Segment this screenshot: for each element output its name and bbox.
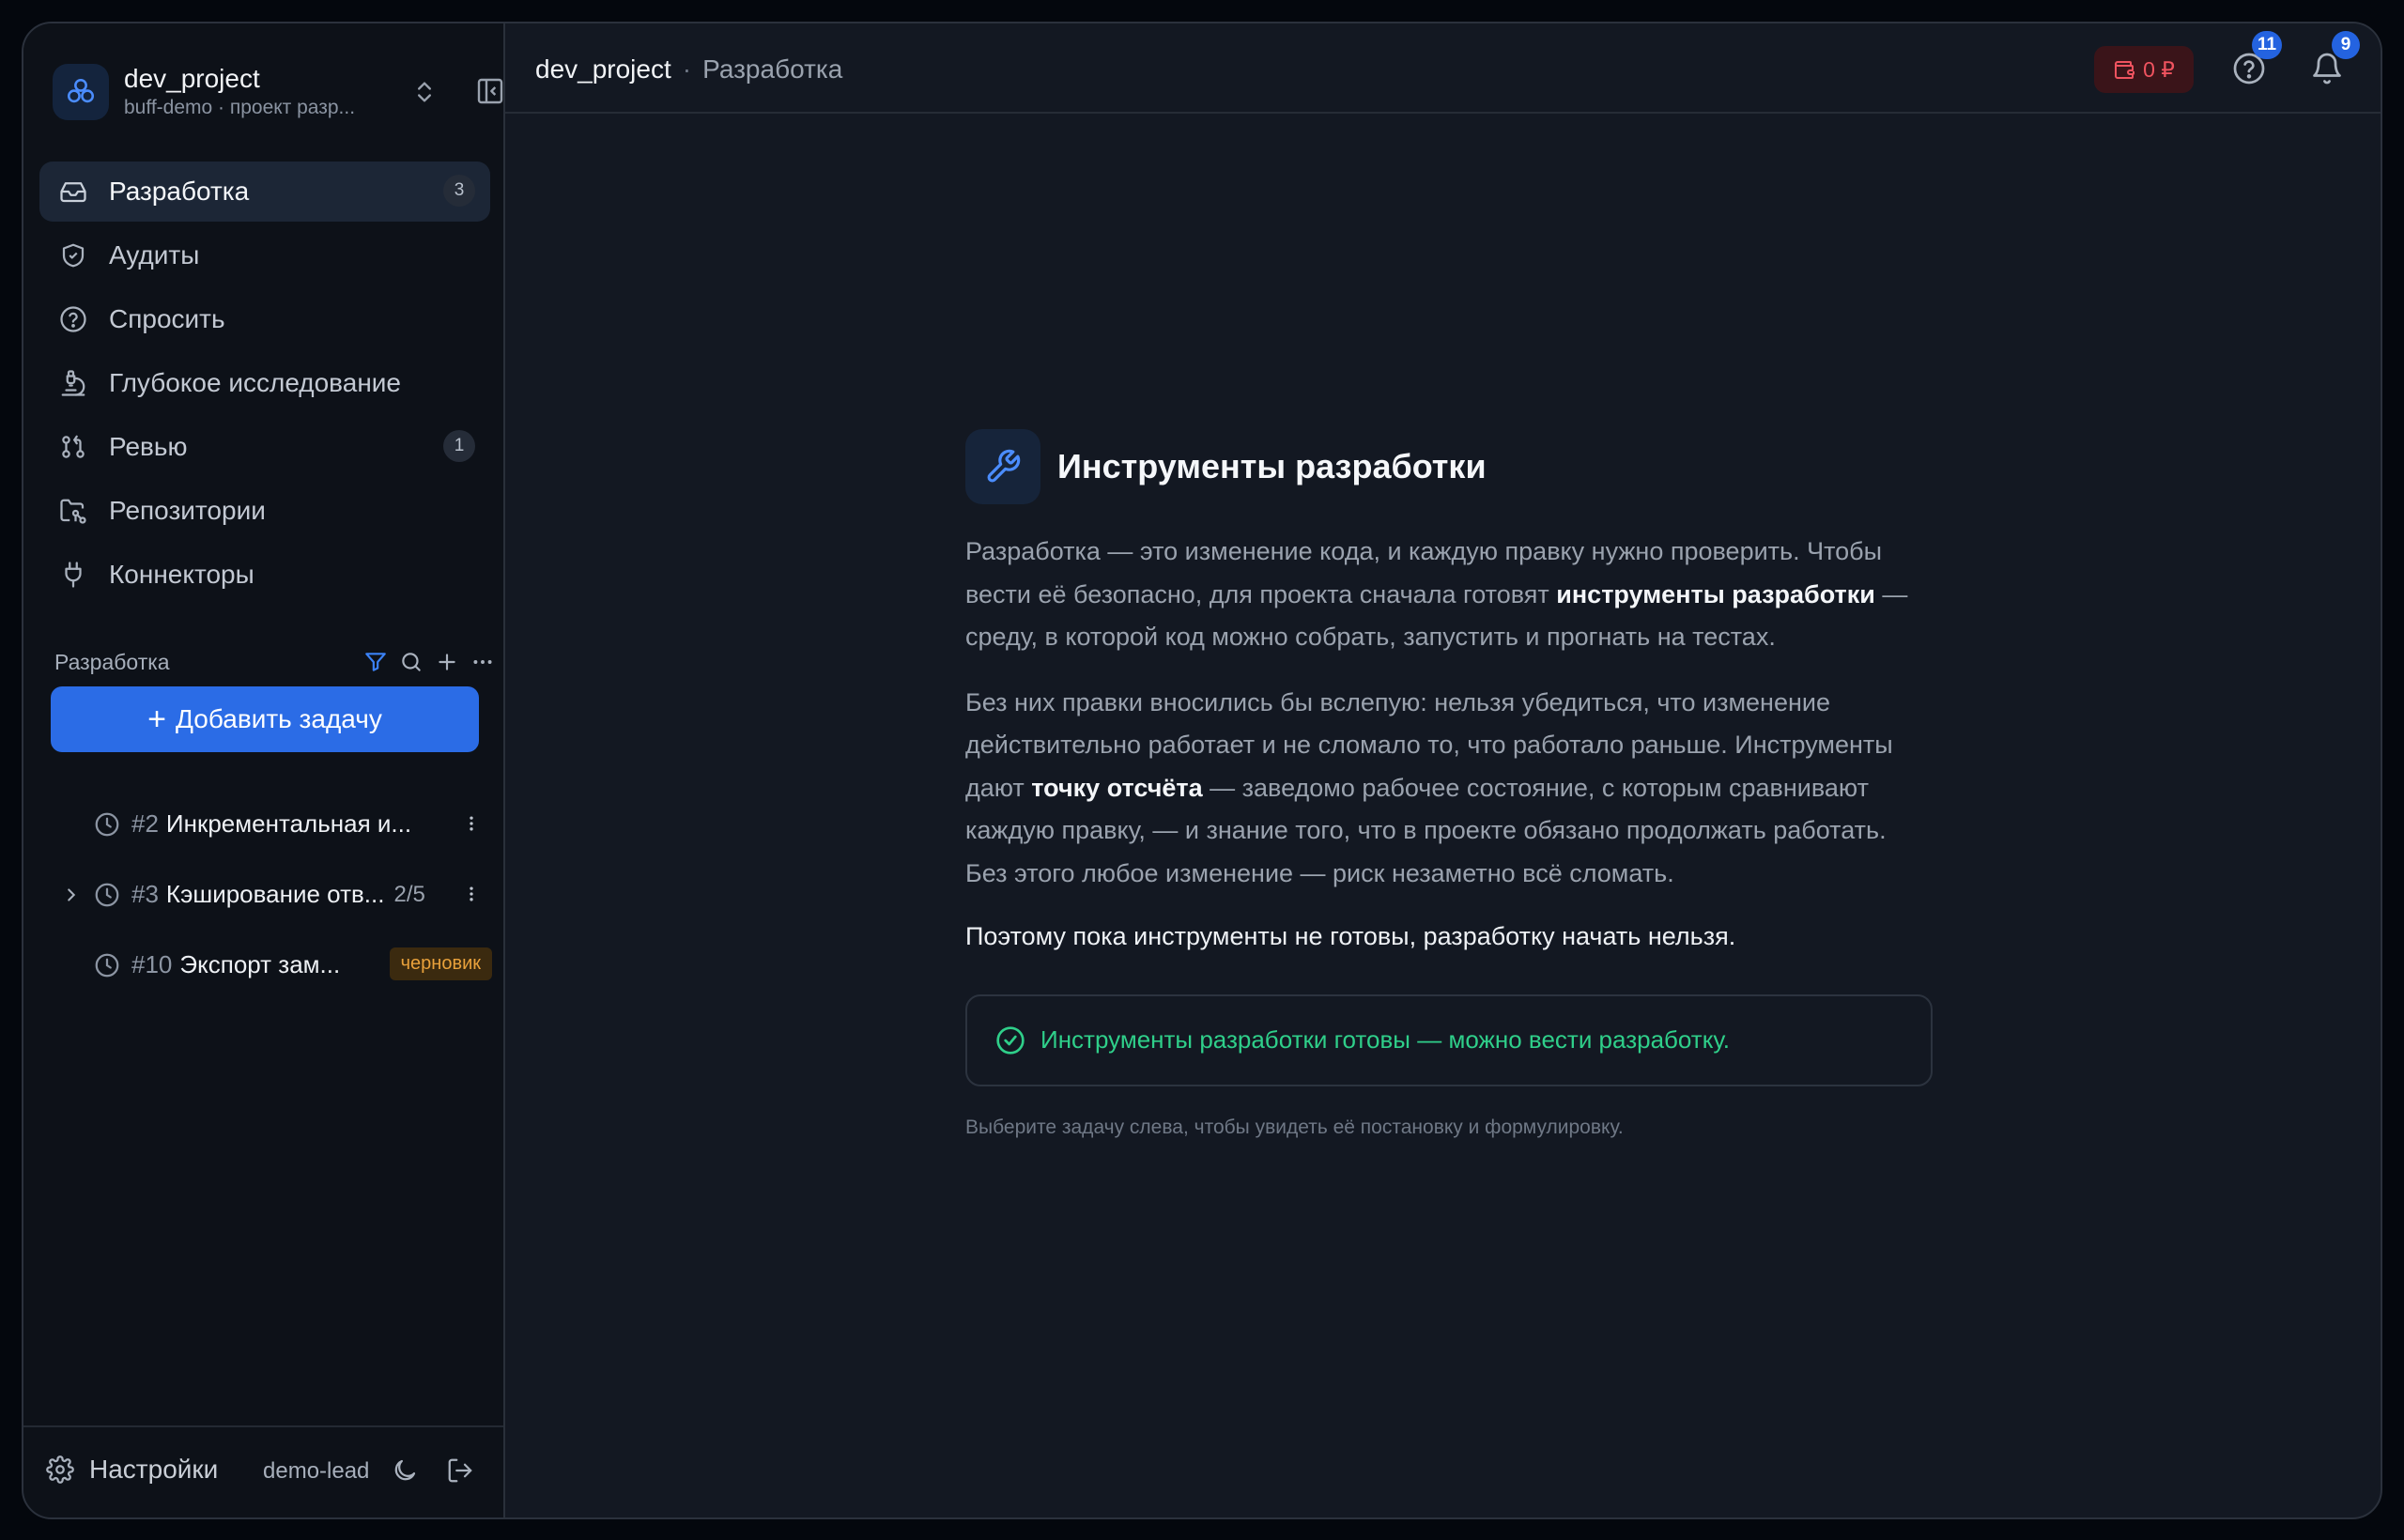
- nav-item-ask[interactable]: Спросить: [39, 289, 490, 349]
- conclusion-paragraph: Поэтому пока инструменты не готовы, разр…: [965, 922, 1736, 950]
- task-number: #2: [131, 809, 159, 838]
- sidebar-footer: Настройки demo-lead: [23, 1425, 503, 1517]
- nav-badge: 3: [443, 175, 475, 207]
- draft-badge: черновик: [389, 947, 492, 980]
- notifications-badge: 9: [2332, 31, 2360, 59]
- sidebar-collapse-icon[interactable]: [475, 76, 505, 111]
- select-task-hint: Выберите задачу слева, чтобы увидеть её …: [965, 1116, 1624, 1138]
- clock-icon: [92, 880, 122, 910]
- task-number: #3: [131, 880, 159, 908]
- check-circle-icon: [995, 1025, 1025, 1055]
- task-item[interactable]: #3 Кэширование отв... 2/5: [51, 859, 492, 930]
- balance-button[interactable]: 0 ₽: [2094, 46, 2194, 93]
- project-subtitle: buff-demo · проект разр...: [124, 97, 356, 118]
- breadcrumb-separator: ·: [682, 54, 692, 84]
- moon-icon[interactable]: [391, 1456, 419, 1489]
- section-title: Разработка: [54, 649, 170, 674]
- task-progress: 2/5: [393, 881, 425, 907]
- question-icon: [58, 304, 88, 334]
- wrench-icon: [965, 429, 1040, 504]
- nav-label: Аудиты: [109, 240, 200, 270]
- settings-label: Настройки: [89, 1455, 219, 1484]
- gear-icon: [46, 1455, 74, 1484]
- wallet-icon: [2113, 58, 2135, 81]
- microscope-icon: [58, 368, 88, 398]
- sidebar: dev_project buff-demo · проект разр... Р…: [23, 23, 505, 1517]
- plug-icon: [58, 560, 88, 590]
- clock-icon: [92, 809, 122, 839]
- plus-icon[interactable]: [434, 647, 460, 677]
- nav-item-connectors[interactable]: Коннекторы: [39, 545, 490, 605]
- nav-label: Коннекторы: [109, 560, 254, 589]
- main-panel: dev_project · Разработка 0 ₽ 11 9 Инстру…: [505, 23, 2381, 1517]
- project-switcher[interactable]: dev_project buff-demo · проект разр...: [53, 59, 503, 125]
- current-user: demo-lead: [263, 1458, 370, 1484]
- filter-icon[interactable]: [362, 647, 389, 677]
- nav-badge: 1: [443, 430, 475, 462]
- reason-paragraph: Без них правки вносились бы вслепую: нел…: [965, 687, 1893, 887]
- page-title: Инструменты разработки: [1057, 447, 1487, 485]
- intro-paragraph: Разработка — это изменение кода, и кажду…: [965, 537, 1908, 651]
- nav-label: Разработка: [109, 177, 250, 206]
- balance-value: 0 ₽: [2143, 56, 2175, 82]
- nav-item-development[interactable]: Разработка 3: [39, 162, 490, 222]
- help-badge: 11: [2252, 31, 2283, 59]
- task-item[interactable]: #2 Инкрементальная и...: [51, 789, 492, 859]
- settings-button[interactable]: Настройки: [46, 1455, 218, 1485]
- task-title: Экспорт зам...: [179, 950, 341, 978]
- top-bar: dev_project · Разработка 0 ₽ 11 9: [505, 23, 2381, 114]
- shield-icon: [58, 240, 88, 270]
- nav-label: Репозитории: [109, 496, 266, 525]
- nav-item-deep-research[interactable]: Глубокое исследование: [39, 353, 490, 413]
- project-logo-icon: [53, 64, 109, 120]
- more-horizontal-icon[interactable]: [470, 647, 496, 677]
- task-list: #2 Инкрементальная и... #3 Кэширование о…: [51, 789, 492, 1000]
- nav-item-repositories[interactable]: Репозитории: [39, 481, 490, 541]
- task-title: Инкрементальная и...: [165, 809, 412, 838]
- ready-status-box: Инструменты разработки готовы — можно ве…: [965, 993, 1933, 1086]
- task-number: #10: [131, 950, 173, 978]
- task-item[interactable]: #10 Экспорт зам... черновик: [51, 930, 492, 1000]
- main-nav: Разработка 3 Аудиты Спросить Глубокое ис…: [39, 162, 490, 608]
- git-pull-request-icon: [58, 432, 88, 462]
- nav-label: Ревью: [109, 432, 188, 461]
- task-title: Кэширование отв...: [165, 880, 385, 908]
- chevrons-up-down-icon[interactable]: [411, 77, 438, 112]
- nav-item-audits[interactable]: Аудиты: [39, 225, 490, 285]
- breadcrumb-project[interactable]: dev_project: [535, 54, 671, 85]
- breadcrumb: dev_project · Разработка: [535, 54, 842, 85]
- logout-icon[interactable]: [446, 1456, 474, 1489]
- clock-icon: [92, 950, 122, 980]
- nav-label: Глубокое исследование: [109, 368, 401, 397]
- inbox-icon: [58, 177, 88, 207]
- more-vertical-icon[interactable]: [460, 808, 483, 839]
- more-vertical-icon[interactable]: [460, 878, 483, 910]
- add-task-label: Добавить задачу: [176, 704, 382, 733]
- nav-label: Спросить: [109, 304, 225, 333]
- search-icon[interactable]: [398, 647, 424, 677]
- breadcrumb-page: Разработка: [702, 54, 843, 84]
- chevron-right-icon[interactable]: [51, 885, 92, 905]
- dev-tools-info: Инструменты разработки Разработка — это …: [965, 427, 1933, 1139]
- nav-item-review[interactable]: Ревью 1: [39, 417, 490, 477]
- tasks-section-header: Разработка: [54, 643, 496, 681]
- ready-status-text: Инструменты разработки готовы — можно ве…: [1040, 1025, 1731, 1054]
- project-name: dev_project: [124, 64, 260, 93]
- folder-git-icon: [58, 496, 88, 526]
- add-task-button[interactable]: + Добавить задачу: [51, 686, 479, 752]
- app-window: dev_project buff-demo · проект разр... Р…: [22, 22, 2382, 1519]
- plus-icon: +: [147, 701, 167, 737]
